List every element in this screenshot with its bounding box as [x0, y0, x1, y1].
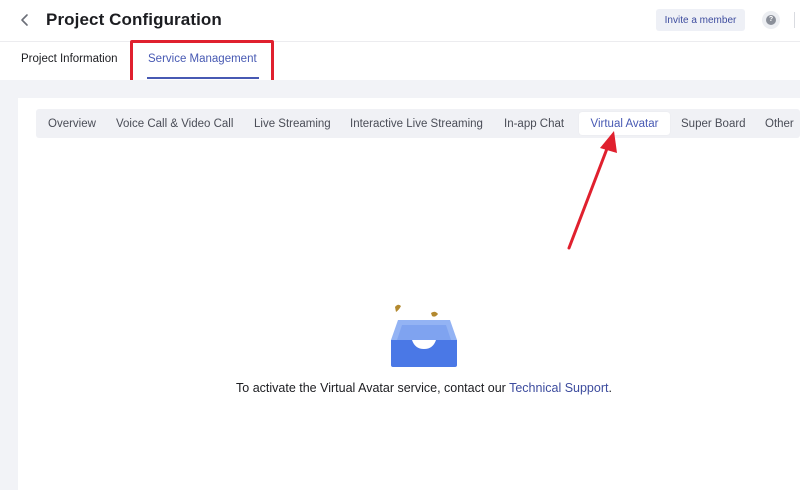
header-divider: [794, 12, 795, 28]
main-tabs: Project Information Service Management: [0, 42, 800, 80]
active-tab-underline: [147, 77, 259, 79]
empty-message-text: To activate the Virtual Avatar service, …: [236, 381, 510, 395]
page-header: Project Configuration Invite a member ?: [0, 0, 800, 42]
question-circle-icon: ?: [766, 15, 776, 25]
service-tab-other[interactable]: Other: [765, 109, 794, 138]
service-tab-overview[interactable]: Overview: [48, 109, 96, 138]
service-tabs: Overview Voice Call & Video Call Live St…: [36, 109, 800, 138]
content-panel: [18, 98, 800, 490]
technical-support-link[interactable]: Technical Support: [509, 381, 608, 395]
service-tab-interactive-live-streaming[interactable]: Interactive Live Streaming: [350, 109, 483, 138]
service-tab-live-streaming[interactable]: Live Streaming: [254, 109, 331, 138]
service-tab-virtual-avatar[interactable]: Virtual Avatar: [579, 112, 670, 135]
service-tab-super-board[interactable]: Super Board: [681, 109, 746, 138]
empty-message-suffix: .: [608, 381, 612, 395]
back-button[interactable]: [16, 11, 34, 29]
service-tab-in-app-chat[interactable]: In-app Chat: [504, 109, 564, 138]
service-tab-voice-video-call[interactable]: Voice Call & Video Call: [116, 109, 233, 138]
chevron-left-icon: [21, 14, 28, 26]
invite-member-button[interactable]: Invite a member: [656, 9, 745, 31]
empty-inbox-icon: [391, 304, 457, 367]
empty-state-message: To activate the Virtual Avatar service, …: [0, 381, 800, 395]
page: Project Configuration Invite a member ? …: [0, 0, 800, 490]
help-button[interactable]: ?: [762, 11, 780, 29]
tab-service-management[interactable]: Service Management: [148, 53, 257, 65]
page-title: Project Configuration: [46, 10, 222, 29]
tab-project-information[interactable]: Project Information: [21, 53, 118, 65]
